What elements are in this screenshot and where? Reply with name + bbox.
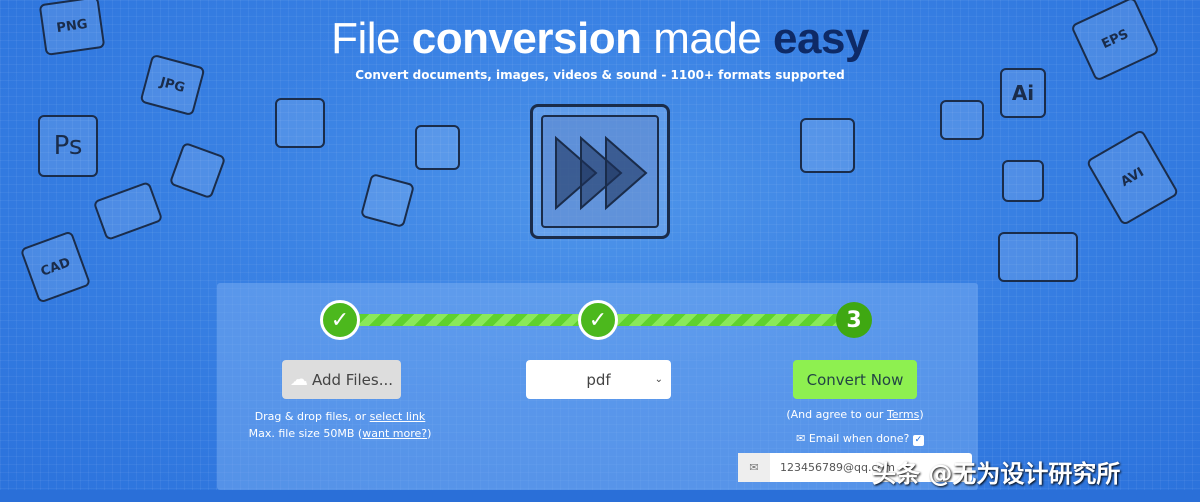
photoshop-file-icon: Ps: [38, 115, 98, 177]
ps-label: Ps: [53, 131, 83, 161]
select-link[interactable]: select link: [370, 410, 426, 423]
bottom-band: [0, 490, 1200, 502]
email-checkbox[interactable]: ✓: [912, 435, 924, 446]
watermark: 头条 @无为设计研究所: [872, 460, 1121, 488]
ai-label: Ai: [1011, 81, 1035, 105]
format-select[interactable]: pdf ⌄: [526, 360, 671, 399]
terms-link[interactable]: Terms: [887, 408, 919, 421]
terms-note: (And agree to our Terms): [786, 408, 924, 421]
laptop-icon: [998, 232, 1078, 282]
fast-forward-logo-icon: [530, 104, 670, 239]
page-subtitle: Convert documents, images, videos & soun…: [355, 68, 845, 82]
page-title: File conversion made easy: [331, 14, 869, 63]
add-files-button[interactable]: ☁ Add Files...: [282, 360, 401, 399]
add-files-label: Add Files...: [311, 370, 394, 389]
envelope-icon: ✉: [738, 453, 770, 482]
convert-now-button[interactable]: Convert Now: [793, 360, 917, 399]
cad-label: CAD: [38, 254, 73, 280]
quicktime-icon: [275, 98, 325, 148]
email-when-done: ✉ Email when done? ✓: [796, 432, 924, 446]
image-icon: [1002, 160, 1044, 202]
chevron-down-icon: ⌄: [654, 374, 663, 385]
cloud-upload-icon: ☁: [289, 369, 308, 390]
audio-file-icon: [800, 118, 855, 173]
step-1-done: ✓: [320, 300, 360, 340]
step-3: 3: [836, 302, 872, 338]
avi-label: AVI: [1118, 164, 1147, 191]
format-value: pdf: [586, 370, 611, 389]
video-file-icon: [415, 125, 460, 170]
envelope-icon: ✉: [796, 432, 806, 445]
step-2-done: ✓: [578, 300, 618, 340]
add-files-hint: Drag & drop files, or select link Max. f…: [248, 410, 432, 440]
want-more-link[interactable]: want more?: [362, 427, 427, 440]
video-player-icon: [940, 100, 984, 140]
